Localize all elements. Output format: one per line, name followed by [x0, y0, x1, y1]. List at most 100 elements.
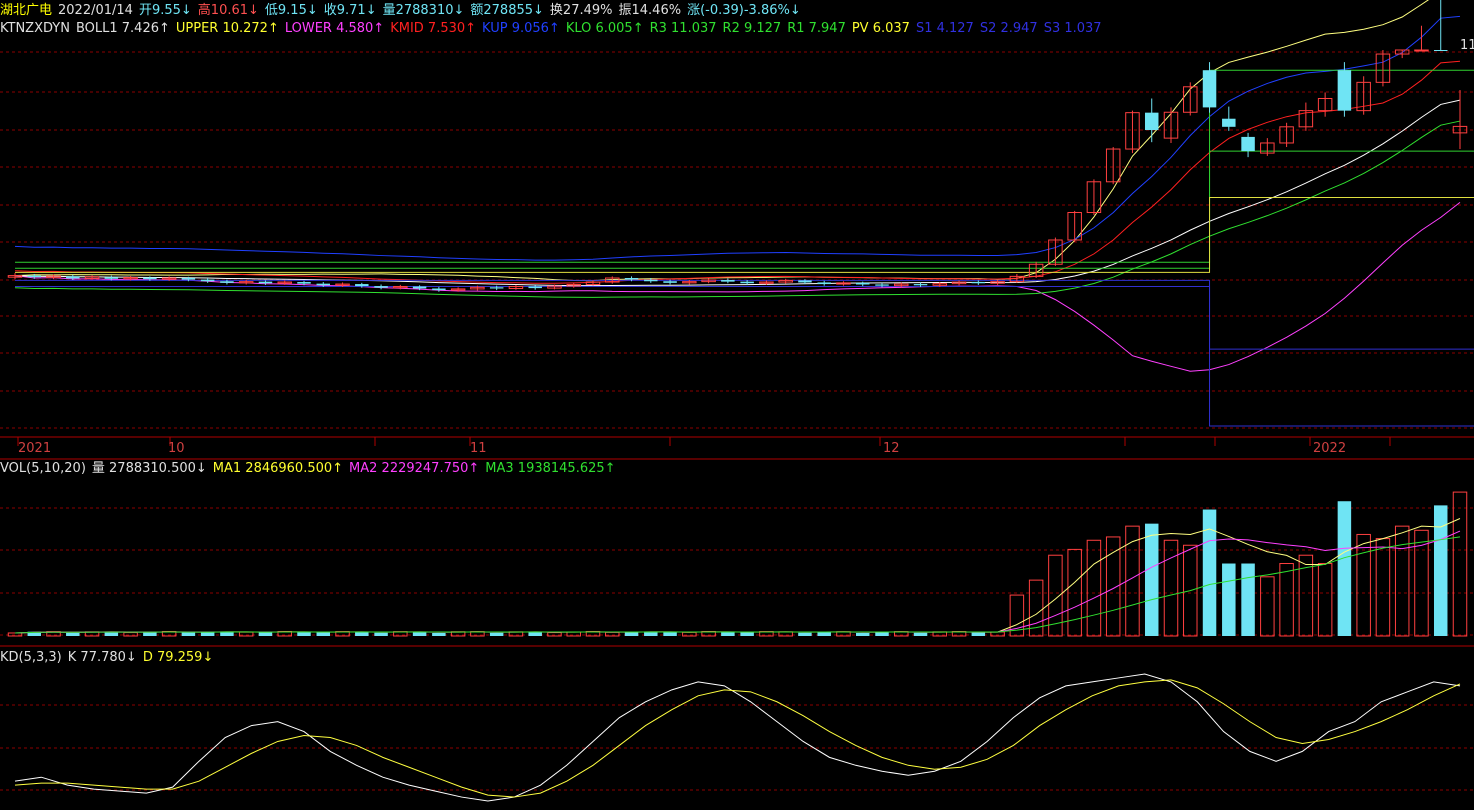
s1-value: S1 4.127 — [915, 21, 974, 36]
candle-body-down — [1222, 118, 1236, 127]
volume-bar — [971, 632, 986, 636]
volume-bar — [66, 632, 80, 636]
candle-body-down — [200, 279, 215, 282]
candle-body-down — [971, 282, 986, 284]
lower-value: LOWER 4.580↑ — [284, 21, 385, 36]
volume-bar — [1375, 538, 1391, 637]
r2-value: R2 9.127 — [722, 21, 782, 36]
boll-value: BOLL1 7.426↑ — [75, 21, 170, 36]
quote-turnover: 换27.49% — [549, 3, 613, 18]
candle-body-down — [528, 286, 542, 289]
candle-body-down — [355, 284, 369, 287]
klo-value: KLO 6.005↑ — [565, 21, 644, 36]
candle-body-down — [855, 282, 870, 285]
volume-bar — [7, 632, 23, 637]
quote-date: 2022/01/14 — [58, 3, 133, 18]
candle-body-down — [181, 278, 196, 280]
price-max-label: 11 — [1460, 38, 1474, 53]
candle-body-down — [432, 288, 446, 291]
quote-bar: 湖北广电 2022/01/14 开9.55↓ 高10.61↓ 低9.15↓ 收9.71↓ 量… — [0, 3, 807, 19]
volume-ma2: MA2 2229247.750↑ — [349, 461, 480, 476]
candle-body-down — [489, 287, 504, 289]
volume-bar: VOL(5,10,20) 量 2788310.500↓ MA1 2846960.50… — [0, 461, 622, 477]
date-label-oct: 10 — [168, 441, 185, 456]
candle-body-down — [624, 278, 639, 280]
pv-value: PV 6.037 — [851, 21, 910, 36]
candle-body-down — [1241, 136, 1255, 152]
quote-close: 收9.71↓ — [323, 3, 377, 18]
r3-value: R3 11.037 — [649, 21, 717, 36]
quote-amount: 额278855↓ — [470, 3, 544, 18]
candle-body-down — [740, 281, 754, 284]
candle-body-down — [1337, 70, 1352, 111]
volume-bar — [624, 632, 639, 636]
volume-panel[interactable] — [7, 491, 1468, 637]
candle-body-down — [412, 286, 427, 289]
chart-canvas[interactable] — [0, 0, 1474, 810]
volume-bar — [1222, 563, 1236, 636]
volume-bar — [123, 632, 138, 637]
candle-body-down — [798, 280, 812, 283]
quote-amplitude: 振14.46% — [618, 3, 682, 18]
candle-body-down — [220, 281, 234, 283]
volume-bar — [913, 632, 928, 636]
volume-bar — [1144, 523, 1159, 636]
volume-bar — [798, 632, 812, 636]
kup-value: KUP 9.056↑ — [482, 21, 560, 36]
indicator-bar: KTNZXDYN BOLL1 7.426↑ UPPER 10.272↑ LOWER 4… — [0, 21, 1108, 37]
kmid-value: KMID 7.530↑ — [390, 21, 477, 36]
volume-bar — [297, 631, 311, 636]
volume-bar — [1163, 539, 1179, 637]
candle-body-down — [374, 286, 388, 288]
d-value: D 79.259↓ — [142, 650, 214, 665]
s2-value: S2 2.947 — [979, 21, 1038, 36]
candle-body-down — [663, 281, 677, 283]
candle-body-down — [258, 281, 273, 284]
volume-bar — [1260, 576, 1275, 637]
candle-body-down — [1144, 112, 1159, 131]
candle-body-down — [913, 284, 928, 286]
volume-bar — [181, 632, 196, 636]
volume-bar — [258, 632, 273, 636]
volume-value: 量 2788310.500↓ — [91, 461, 207, 476]
kd-indicator-name[interactable]: KD(5,3,3) — [0, 650, 62, 665]
date-label-2021: 2021 — [18, 441, 52, 456]
candle-body-down — [875, 284, 889, 286]
indicator-name[interactable]: KTNZXDYN — [0, 21, 70, 36]
r3-line — [15, 69, 1474, 263]
volume-bar — [663, 632, 677, 636]
candle-body-down — [1433, 50, 1448, 51]
quote-high: 高10.61↓ — [197, 3, 259, 18]
volume-bar — [374, 632, 388, 636]
candle-body-down — [104, 277, 119, 279]
volume-bar — [721, 632, 735, 636]
volume-bar — [1337, 501, 1352, 636]
candle-body-down — [143, 277, 157, 280]
k-value: K 77.780↓ — [67, 650, 137, 665]
pv-line — [15, 197, 1474, 273]
volume-bar — [489, 632, 504, 636]
date-label-2022: 2022 — [1313, 441, 1347, 456]
price-panel[interactable] — [7, 0, 1474, 427]
stock-name: 湖北广电 — [0, 3, 53, 18]
volume-bar — [316, 632, 331, 636]
volume-ma1: MA1 2846960.500↑ — [212, 461, 344, 476]
candle-body-down — [817, 282, 831, 285]
candle-body-down — [27, 275, 42, 278]
candle-body-down — [316, 283, 331, 286]
volume-bar — [200, 632, 215, 636]
kd-panel[interactable] — [14, 673, 1461, 802]
s3-line — [15, 285, 1474, 427]
candle-body-down — [66, 276, 80, 279]
volume-bar — [855, 632, 870, 636]
grid-lines — [0, 51, 1474, 791]
volume-bar — [1452, 491, 1468, 637]
volume-bar — [1317, 563, 1333, 637]
quote-open: 开9.55↓ — [138, 3, 192, 18]
candle-body-up — [1414, 49, 1429, 52]
volume-bar — [740, 632, 754, 636]
volume-indicator-name[interactable]: VOL(5,10,20) — [0, 461, 86, 476]
candle-body-down — [644, 279, 658, 282]
candle-body-down — [721, 280, 735, 282]
quote-change: 涨(-0.39)-3.86%↓ — [687, 3, 801, 18]
